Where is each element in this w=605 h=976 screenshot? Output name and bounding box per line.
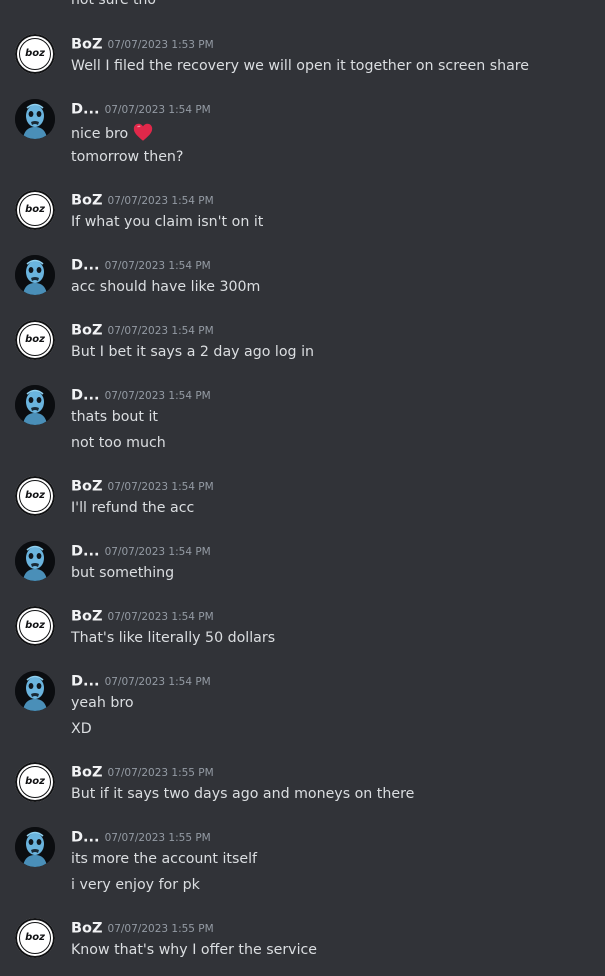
message-header: D... 07/07/2023 1:54 PM bbox=[71, 99, 211, 119]
message-timestamp: 07/07/2023 1:54 PM bbox=[107, 480, 214, 493]
author-name[interactable]: BoZ bbox=[71, 37, 103, 53]
author-name[interactable]: BoZ bbox=[71, 609, 103, 625]
message-header: BoZ 07/07/2023 1:54 PM bbox=[71, 320, 214, 340]
message-text: Well I filed the recovery we will open i… bbox=[71, 58, 530, 74]
message-text: not too much bbox=[71, 435, 166, 451]
skull-figure-avatar-icon[interactable] bbox=[15, 385, 55, 425]
message-timestamp: 07/07/2023 1:54 PM bbox=[107, 610, 214, 623]
skull-figure-avatar-icon[interactable] bbox=[15, 671, 55, 711]
boz-logo-text: boz bbox=[25, 334, 45, 345]
message-text: But if it says two days ago and moneys o… bbox=[71, 786, 415, 802]
message-timestamp: 07/07/2023 1:54 PM bbox=[104, 259, 211, 272]
boz-avatar[interactable]: boz bbox=[15, 606, 55, 646]
message-header: BoZ 07/07/2023 1:53 PM bbox=[71, 34, 214, 54]
boz-logo-text: boz bbox=[25, 48, 45, 59]
author-name[interactable]: D... bbox=[71, 388, 100, 404]
message-header: D... 07/07/2023 1:54 PM bbox=[71, 671, 211, 691]
message-header: BoZ 07/07/2023 1:55 PM bbox=[71, 918, 214, 938]
boz-logo-text: boz bbox=[25, 932, 45, 943]
message-text: its more the account itself bbox=[71, 851, 258, 867]
boz-logo-text: boz bbox=[25, 490, 45, 501]
author-name[interactable]: BoZ bbox=[71, 479, 103, 495]
boz-logo-text: boz bbox=[25, 776, 45, 787]
author-name[interactable]: BoZ bbox=[71, 323, 103, 339]
boz-logo-text: boz bbox=[25, 620, 45, 631]
author-name[interactable]: BoZ bbox=[71, 921, 103, 937]
message-header: BoZ 07/07/2023 1:54 PM bbox=[71, 606, 214, 626]
boz-logo-text: boz bbox=[25, 204, 45, 215]
message-text: Know that's why I offer the service bbox=[71, 942, 318, 958]
skull-figure-avatar-icon[interactable] bbox=[15, 99, 55, 139]
red-heart-emoji-icon bbox=[132, 121, 154, 143]
message-timestamp: 07/07/2023 1:54 PM bbox=[104, 103, 211, 116]
message-header: D... 07/07/2023 1:55 PM bbox=[71, 827, 211, 847]
author-name[interactable]: BoZ bbox=[71, 193, 103, 209]
author-name[interactable]: D... bbox=[71, 102, 100, 118]
boz-avatar[interactable]: boz bbox=[15, 762, 55, 802]
message-timestamp: 07/07/2023 1:55 PM bbox=[107, 922, 214, 935]
boz-avatar[interactable]: boz bbox=[15, 918, 55, 958]
author-name[interactable]: D... bbox=[71, 544, 100, 560]
message-text: i very enjoy for pk bbox=[71, 877, 200, 893]
message-header: D... 07/07/2023 1:54 PM bbox=[71, 541, 211, 561]
message-timestamp: 07/07/2023 1:53 PM bbox=[107, 38, 214, 51]
message-text: If what you claim isn't on it bbox=[71, 214, 264, 230]
message-text: yeah bro bbox=[71, 695, 134, 711]
message-text: tomorrow then? bbox=[71, 149, 184, 165]
skull-figure-avatar-icon[interactable] bbox=[15, 827, 55, 867]
message-text-partial: not sure tho bbox=[71, 0, 156, 8]
message-text-content: nice bro bbox=[71, 126, 129, 142]
message-timestamp: 07/07/2023 1:54 PM bbox=[104, 545, 211, 558]
message-timestamp: 07/07/2023 1:54 PM bbox=[104, 389, 211, 402]
message-header: D... 07/07/2023 1:54 PM bbox=[71, 385, 211, 405]
skull-figure-avatar-icon[interactable] bbox=[15, 541, 55, 581]
message-timestamp: 07/07/2023 1:54 PM bbox=[107, 324, 214, 337]
author-name[interactable]: BoZ bbox=[71, 765, 103, 781]
boz-avatar[interactable]: boz bbox=[15, 320, 55, 360]
message-header: D... 07/07/2023 1:54 PM bbox=[71, 255, 211, 275]
boz-avatar[interactable]: boz bbox=[15, 34, 55, 74]
message-text: That's like literally 50 dollars bbox=[71, 630, 276, 646]
message-header: BoZ 07/07/2023 1:54 PM bbox=[71, 476, 214, 496]
message-text: acc should have like 300m bbox=[71, 279, 261, 295]
boz-avatar[interactable]: boz bbox=[15, 190, 55, 230]
author-name[interactable]: D... bbox=[71, 258, 100, 274]
message-timestamp: 07/07/2023 1:54 PM bbox=[104, 675, 211, 688]
message-header: BoZ 07/07/2023 1:55 PM bbox=[71, 762, 214, 782]
message-text: thats bout it bbox=[71, 409, 158, 425]
skull-figure-avatar-icon[interactable] bbox=[15, 255, 55, 295]
message-text: I'll refund the acc bbox=[71, 500, 195, 516]
message-text: but something bbox=[71, 565, 175, 581]
author-name[interactable]: D... bbox=[71, 830, 100, 846]
message-text: But I bet it says a 2 day ago log in bbox=[71, 344, 315, 360]
boz-avatar[interactable]: boz bbox=[15, 476, 55, 516]
author-name[interactable]: D... bbox=[71, 674, 100, 690]
message-timestamp: 07/07/2023 1:55 PM bbox=[104, 831, 211, 844]
message-text: XD bbox=[71, 721, 92, 737]
message-timestamp: 07/07/2023 1:55 PM bbox=[107, 766, 214, 779]
chat-message-list: not sure tho boz BoZ 07/07/2023 1:53 PM W… bbox=[0, 0, 605, 976]
message-text: nice bro bbox=[71, 121, 154, 144]
message-timestamp: 07/07/2023 1:54 PM bbox=[107, 194, 214, 207]
message-header: BoZ 07/07/2023 1:54 PM bbox=[71, 190, 214, 210]
